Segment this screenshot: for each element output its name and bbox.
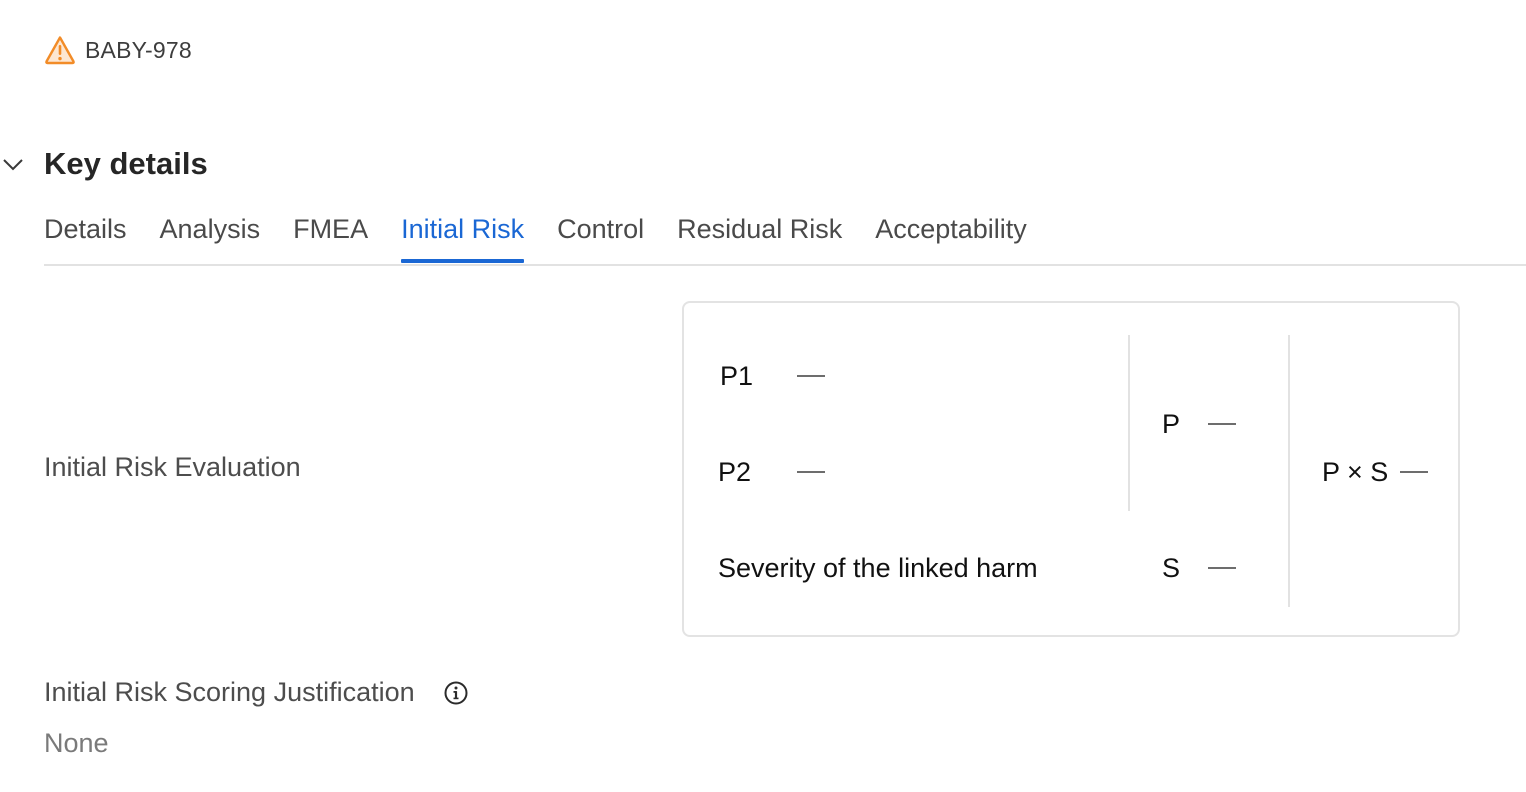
section-title: Key details [44, 146, 208, 181]
tab-initial-risk[interactable]: Initial Risk [401, 212, 525, 263]
tab-residual-risk[interactable]: Residual Risk [677, 212, 842, 258]
severity-label: Severity of the linked harm [718, 553, 1038, 583]
p2-label: P2 [718, 457, 752, 487]
p1-value [797, 375, 825, 377]
pxs-value [1400, 471, 1428, 473]
justification-label: Initial Risk Scoring Justification [44, 677, 415, 707]
risk-evaluation-card: P1 P2 Severity of the linked harm P S P … [682, 301, 1460, 637]
key-details-header[interactable]: Key details [0, 146, 208, 182]
issue-id: BABY-978 [85, 36, 192, 63]
s-value [1208, 567, 1236, 569]
tab-fmea[interactable]: FMEA [293, 212, 368, 258]
warning-triangle-icon [45, 36, 75, 65]
tab-bar: Details Analysis FMEA Initial Risk Contr… [44, 212, 1526, 266]
justification-label-row: Initial Risk Scoring Justification [44, 677, 469, 708]
chevron-down-icon[interactable] [0, 151, 26, 177]
info-circle-icon[interactable] [443, 680, 469, 706]
p-label: P [1162, 409, 1181, 439]
tab-acceptability[interactable]: Acceptability [875, 212, 1027, 258]
tab-analysis[interactable]: Analysis [160, 212, 261, 258]
p2-value [797, 471, 825, 473]
tab-details[interactable]: Details [44, 212, 127, 258]
s-label: S [1162, 553, 1181, 583]
issue-id-header: BABY-978 [44, 34, 192, 66]
p-value [1208, 423, 1236, 425]
justification-value: None [44, 728, 109, 758]
column-divider [1128, 335, 1130, 511]
pxs-label: P × S [1322, 457, 1389, 487]
initial-risk-evaluation-label: Initial Risk Evaluation [44, 452, 301, 482]
p1-label: P1 [720, 361, 754, 391]
column-divider [1288, 335, 1290, 607]
tab-control[interactable]: Control [557, 212, 644, 258]
